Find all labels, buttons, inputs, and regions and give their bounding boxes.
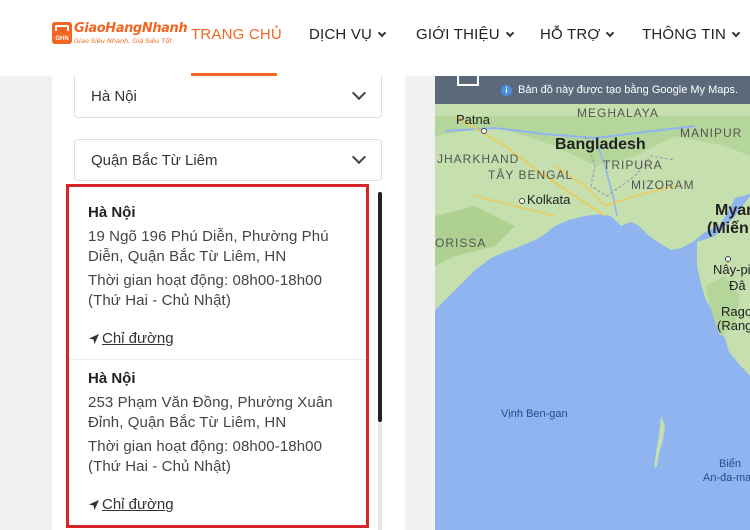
info-icon: i bbox=[501, 84, 512, 96]
map-label-meghalaya: MEGHALAYA bbox=[577, 106, 659, 120]
list-scrollbar[interactable] bbox=[378, 192, 382, 530]
map-label-rangoon: Rago bbox=[721, 304, 750, 319]
map-label-tripura: TRIPURA bbox=[603, 158, 663, 172]
scrollbar-thumb[interactable] bbox=[378, 192, 382, 422]
map-info: i Bản đồ này được tạo bằng Google My Map… bbox=[501, 84, 738, 96]
map-label-patna: Patna bbox=[456, 112, 490, 127]
list-item: Hà Nội 253 Phạm Văn Đồng, Phường Xuân Đỉ… bbox=[88, 369, 358, 477]
chevron-down-icon bbox=[351, 149, 367, 165]
nav-item-trang-chu[interactable]: TRANG CHỦ bbox=[191, 26, 282, 43]
main-nav: TRANG CHỦ DỊCH VỤ GIỚI THIỆU HỖ TRỢ THÔN… bbox=[0, 0, 750, 76]
directions-link[interactable]: Chỉ đường bbox=[88, 496, 174, 513]
map-label-bangladesh: Bangladesh bbox=[555, 136, 646, 153]
store-list: Hà Nội 19 Ngõ 196 Phú Diễn, Phường Phú D… bbox=[66, 184, 369, 528]
chevron-down-icon bbox=[351, 85, 367, 101]
chevron-down-icon bbox=[731, 28, 741, 37]
map-label-kolkata: Kolkata bbox=[527, 192, 571, 207]
map-label-tay-bengal: TÂY BENGAL bbox=[488, 168, 574, 182]
map-label-naypyidaw: Nây-pi bbox=[713, 262, 750, 277]
map-label-mizoram: MIZORAM bbox=[631, 178, 695, 192]
district-select[interactable]: Quận Bắc Từ Liêm bbox=[74, 139, 382, 181]
store-address: 19 Ngõ 196 Phú Diễn, Phường Phú Diễn, Qu… bbox=[88, 228, 329, 265]
site-header: GHN GiaoHangNhanh Giao Siêu Nhanh, Giá S… bbox=[0, 0, 750, 76]
nav-item-dich-vu[interactable]: DỊCH VỤ bbox=[309, 26, 387, 43]
map-label-mien: (Miến bbox=[707, 220, 749, 237]
map-label-orissa: ORISSA bbox=[435, 236, 487, 250]
nav-item-thong-tin[interactable]: THÔNG TIN bbox=[642, 26, 741, 43]
navigation-arrow-icon bbox=[89, 499, 99, 510]
map-label-bien: Biển bbox=[719, 458, 742, 470]
fullscreen-icon[interactable] bbox=[457, 76, 479, 86]
navigation-arrow-icon bbox=[89, 333, 99, 344]
page: GHN GiaoHangNhanh Giao Siêu Nhanh, Giá S… bbox=[0, 0, 750, 530]
map-label-myanmar: Myan bbox=[715, 202, 750, 219]
map-label-rangoon-alt: (Rango bbox=[717, 318, 750, 333]
map-label-manipur: MANIPUR bbox=[680, 126, 743, 140]
city-dot bbox=[519, 198, 525, 204]
nav-item-gioi-thieu[interactable]: GIỚI THIỆU bbox=[416, 26, 515, 43]
google-map[interactable]: i Bản đồ này được tạo bằng Google My Map… bbox=[435, 76, 750, 530]
map-label-da: Đâ bbox=[729, 278, 746, 293]
directions-link[interactable]: Chỉ đường bbox=[88, 330, 174, 347]
store-hours: Thời gian hoạt động: 08h00-18h00 (Thứ Ha… bbox=[88, 438, 323, 475]
province-select[interactable]: Hà Nội bbox=[74, 76, 382, 118]
city-dot bbox=[481, 128, 487, 134]
chevron-down-icon bbox=[606, 28, 615, 37]
divider bbox=[69, 359, 366, 360]
store-hours: Thời gian hoạt động: 08h00-18h00 (Thứ Ha… bbox=[88, 272, 323, 309]
nav-item-ho-tro[interactable]: HỖ TRỢ bbox=[540, 26, 615, 43]
list-item: Hà Nội 19 Ngõ 196 Phú Diễn, Phường Phú D… bbox=[88, 203, 358, 311]
chevron-down-icon bbox=[505, 28, 515, 37]
store-title: Hà Nội bbox=[88, 204, 136, 221]
store-address: 253 Phạm Văn Đồng, Phường Xuân Đỉnh, Quậ… bbox=[88, 394, 333, 431]
map-toolbar: i Bản đồ này được tạo bằng Google My Map… bbox=[435, 76, 750, 104]
map-label-andaman: An-đa-ma bbox=[703, 472, 750, 484]
store-title: Hà Nội bbox=[88, 370, 136, 387]
map-label-jharkhand: JHARKHAND bbox=[437, 152, 520, 166]
map-label-bay-of-bengal: Vịnh Ben-gan bbox=[501, 408, 568, 420]
chevron-down-icon bbox=[377, 28, 387, 37]
